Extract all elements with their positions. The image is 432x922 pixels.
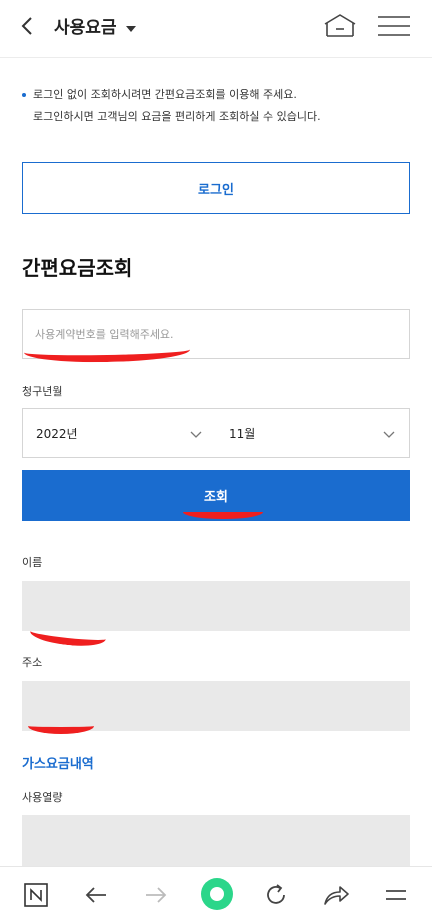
address-label: 주소 [22, 656, 43, 669]
month-select[interactable]: 11월 [216, 409, 409, 457]
chevron-left-icon[interactable] [16, 14, 40, 38]
year-select[interactable]: 2022년 [23, 409, 216, 457]
login-button[interactable]: 로그인 [22, 162, 410, 214]
refresh-icon[interactable] [262, 881, 290, 909]
usage-field [22, 815, 410, 866]
name-field [22, 581, 410, 631]
title-dropdown[interactable]: 사용요금 [54, 13, 137, 38]
section-title: 간편요금조회 [22, 256, 133, 280]
share-icon[interactable] [322, 881, 350, 909]
forward-arrow-icon[interactable] [142, 881, 170, 909]
chevron-down-icon [383, 428, 395, 440]
billing-month-label: 청구년월 [22, 385, 63, 398]
usage-label: 사용열량 [22, 791, 63, 804]
home-icon[interactable] [322, 12, 358, 38]
billing-month-select: 2022년 11월 [22, 408, 410, 458]
notice-text-2: 로그인하시면 고객님의 요금을 편리하게 조회하실 수 있습니다. [33, 110, 321, 123]
login-notice: 로그인 없이 조회하시려면 간편요금조회를 이용해 주세요. 로그인하시면 고객… [22, 84, 414, 128]
gas-bill-title: 가스요금내역 [22, 757, 94, 772]
contract-number-input[interactable] [22, 309, 410, 359]
hamburger-menu-icon[interactable] [376, 14, 412, 38]
name-label: 이름 [22, 556, 43, 569]
year-value: 2022년 [36, 426, 78, 441]
address-field [22, 681, 410, 731]
search-button[interactable]: 조회 [22, 470, 410, 521]
green-circle-icon[interactable] [200, 877, 234, 911]
notice-line-1: 로그인 없이 조회하시려면 간편요금조회를 이용해 주세요. [22, 84, 414, 106]
browser-bottom-bar [0, 866, 432, 922]
notice-text-1: 로그인 없이 조회하시려면 간편요금조회를 이용해 주세요. [33, 88, 297, 101]
naver-n-icon[interactable] [22, 881, 50, 909]
chevron-down-icon [190, 428, 202, 440]
menu-icon[interactable] [382, 881, 410, 909]
caret-down-icon [125, 20, 137, 32]
back-arrow-icon[interactable] [82, 881, 110, 909]
month-value: 11월 [229, 426, 256, 441]
bullet-icon [22, 93, 26, 97]
page-title: 사용요금 [54, 18, 117, 38]
top-app-bar: 사용요금 [0, 0, 432, 58]
